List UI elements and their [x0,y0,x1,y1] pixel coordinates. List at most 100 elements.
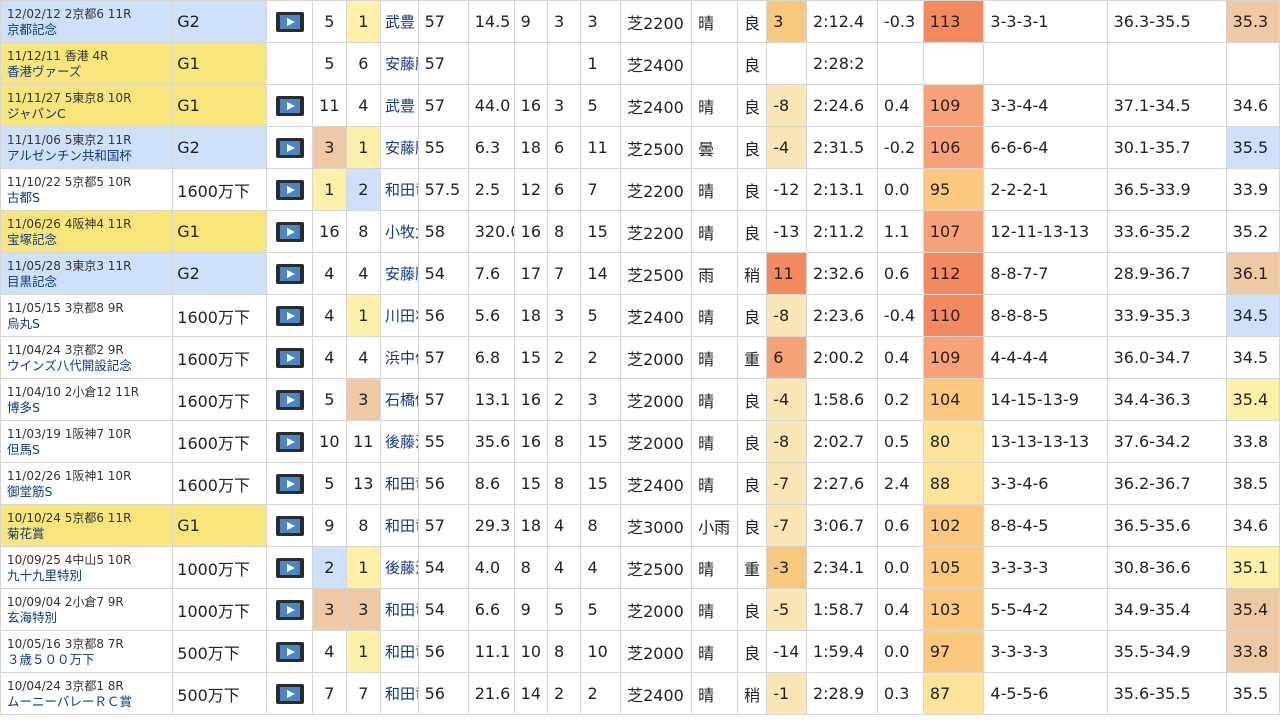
jockey-link[interactable]: 安藤勝己 [380,252,419,295]
race-name-link[interactable]: 御堂筋S [7,484,172,499]
race-name-link[interactable]: ウインズ八代開設記念 [7,358,172,373]
jockey-link[interactable]: 安藤勝己 [380,42,419,85]
movie-icon[interactable] [275,305,304,326]
jockey-link[interactable]: 和田竜二 [380,168,419,211]
jockey-link[interactable]: 安藤勝己 [380,126,419,169]
jockey-link[interactable]: 武豊 [380,0,419,43]
movie-cell[interactable] [266,504,314,547]
jockey-link[interactable]: 川田将雅 [380,294,419,337]
popularity: 3 [547,294,582,337]
race-cell[interactable]: 10/05/16 3京都8 7R ３歳５００万下 [0,630,174,673]
race-cell[interactable]: 11/05/15 3京都8 9R 烏丸S [0,294,174,337]
jockey-link[interactable]: 和田竜二 [380,672,419,715]
race-name-link[interactable]: 烏丸S [7,316,172,331]
movie-cell[interactable] [266,462,314,505]
field-size: 17 [513,252,549,295]
popularity: 3 [547,84,582,127]
race-date-place: 10/09/25 4中山5 10R [7,552,132,567]
race-name-link[interactable]: アルゼンチン共和国杯 [7,148,172,163]
movie-cell[interactable] [266,378,314,421]
race-cell[interactable]: 11/05/28 3東京3 11R 目黒記念 [0,252,174,295]
race-name-link[interactable]: 宝塚記念 [7,232,172,247]
jockey-link[interactable]: 石橋脩 [380,378,419,421]
movie-cell[interactable] [266,546,314,589]
movie-icon[interactable] [275,11,304,32]
race-name-link[interactable]: 但馬S [7,442,172,457]
movie-cell[interactable] [266,336,314,379]
movie-icon[interactable] [275,389,304,410]
movie-cell[interactable] [266,84,314,127]
movie-cell[interactable] [266,672,314,715]
race-name-link[interactable]: ３歳５００万下 [7,652,172,667]
jockey-link[interactable]: 和田竜二 [380,504,419,547]
movie-icon[interactable] [275,347,304,368]
race-time: 2:28.9 [805,672,878,715]
movie-icon[interactable] [275,473,304,494]
movie-icon[interactable] [275,599,304,620]
race-time: 2:00.2 [805,336,878,379]
race-name-link[interactable]: 京都記念 [7,22,172,37]
movie-icon[interactable] [275,431,304,452]
movie-icon[interactable] [275,95,304,116]
race-name-link[interactable]: 目黒記念 [7,274,172,289]
movie-cell[interactable] [266,630,314,673]
race-cell[interactable]: 10/09/25 4中山5 10R 九十九里特別 [0,546,174,589]
movie-cell[interactable] [266,252,314,295]
race-cell[interactable]: 11/11/06 5東京2 11R アルゼンチン共和国杯 [0,126,174,169]
race-cell[interactable]: 11/04/10 2小倉12 11R 博多S [0,378,174,421]
race-cell[interactable]: 10/10/24 5京都6 11R 菊花賞 [0,504,174,547]
race-cell[interactable]: 11/11/27 5東京8 10R ジャパンC [0,84,174,127]
movie-cell[interactable] [266,126,314,169]
race-name-link[interactable]: 博多S [7,400,172,415]
race-cell[interactable]: 11/04/24 3京都2 9R ウインズ八代開設記念 [0,336,174,379]
race-name-link[interactable]: 古都S [7,190,172,205]
passing-positions: 4-4-4-4 [983,336,1108,379]
race-cell[interactable]: 11/12/11 香港 4R 香港ヴァーズ [0,42,174,85]
movie-icon[interactable] [275,557,304,578]
gate-number: 3 [312,588,347,631]
movie-cell[interactable] [266,210,314,253]
race-name-link[interactable]: ジャパンC [7,106,172,121]
jockey-link[interactable]: 後藤浩輝 [380,546,419,589]
race-cell[interactable]: 10/09/04 2小倉7 9R 玄海特別 [0,588,174,631]
weight: 56 [417,462,469,505]
time-diff-index: -8 [766,420,807,463]
margin: -0.2 [876,126,924,169]
race-name-link[interactable]: 菊花賞 [7,526,172,541]
movie-icon[interactable] [275,179,304,200]
race-cell[interactable]: 12/02/12 2京都6 11R 京都記念 [0,0,174,43]
race-name-link[interactable]: 香港ヴァーズ [7,64,172,79]
passing-positions: 4-5-5-6 [983,672,1108,715]
popularity: 5 [547,588,582,631]
jockey-link[interactable]: 和田竜二 [380,630,419,673]
race-name-link[interactable]: ムーニーバレーＲＣ賞 [7,694,172,709]
race-cell[interactable]: 11/06/26 4阪神4 11R 宝塚記念 [0,210,174,253]
race-cell[interactable]: 11/02/26 1阪神1 10R 御堂筋S [0,462,174,505]
jockey-link[interactable]: 浜中俊 [380,336,419,379]
race-name-link[interactable]: 九十九里特別 [7,568,172,583]
jockey-link[interactable]: 和田竜二 [380,462,419,505]
popularity: 4 [547,546,582,589]
movie-icon[interactable] [275,683,304,704]
last-3f: 38.5 [1225,462,1280,505]
movie-cell[interactable] [266,588,314,631]
movie-cell[interactable] [266,294,314,337]
jockey-link[interactable]: 後藤浩輝 [380,420,419,463]
margin: 0.4 [876,336,924,379]
movie-icon[interactable] [275,641,304,662]
jockey-link[interactable]: 和田竜二 [380,588,419,631]
movie-cell[interactable] [266,168,314,211]
race-cell[interactable]: 11/10/22 5京都5 10R 古都S [0,168,174,211]
movie-icon[interactable] [275,221,304,242]
movie-cell[interactable] [266,420,314,463]
race-cell[interactable]: 10/04/24 3京都1 8R ムーニーバレーＲＣ賞 [0,672,174,715]
race-name-link[interactable]: 玄海特別 [7,610,172,625]
race-cell[interactable]: 11/03/19 1阪神7 10R 但馬S [0,420,174,463]
jockey-link[interactable]: 小牧太 [380,210,419,253]
movie-cell[interactable] [266,0,314,43]
movie-icon[interactable] [275,137,304,158]
movie-icon[interactable] [275,515,304,536]
movie-icon[interactable] [275,263,304,284]
passing-positions: 3-3-3-3 [983,630,1108,673]
jockey-link[interactable]: 武豊 [380,84,419,127]
